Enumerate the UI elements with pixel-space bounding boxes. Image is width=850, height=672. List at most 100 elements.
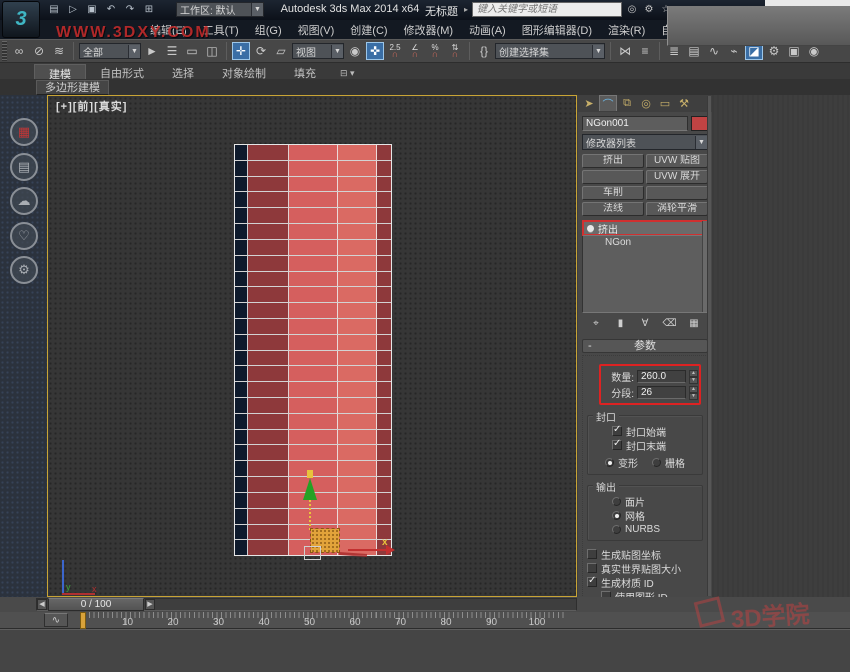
modeling-box-icon[interactable]: ▦ xyxy=(10,118,38,146)
radio-栅格[interactable]: 栅格 xyxy=(652,455,685,470)
menu-item[interactable]: 动画(A) xyxy=(461,20,514,40)
tab-create[interactable]: ➤ xyxy=(580,95,598,111)
configure-modifier-sets-icon[interactable]: ▦ xyxy=(686,317,702,331)
bulb-icon[interactable] xyxy=(587,225,594,232)
remove-modifier-icon[interactable]: ⌫ xyxy=(662,317,678,331)
bind-to-space-warp[interactable]: ≋ xyxy=(50,42,68,60)
named-selection-set-dropdown[interactable]: 创建选择集▼ xyxy=(495,43,605,59)
search-icon[interactable]: ◎ xyxy=(626,3,638,16)
ribbon-tab-填充[interactable]: 填充 xyxy=(280,64,330,79)
menu-item[interactable]: 图形编辑器(D) xyxy=(514,20,600,40)
redo-icon[interactable]: ↷ xyxy=(122,2,138,17)
stack-item-挤出[interactable]: 挤出 xyxy=(583,221,707,235)
viewport-label[interactable]: [+][前][真实] xyxy=(56,98,127,114)
checkbox[interactable] xyxy=(612,440,622,450)
radio-变形[interactable]: 变形 xyxy=(605,455,638,470)
select-and-manipulate[interactable]: ✜ xyxy=(366,42,384,60)
infocenter-search-input[interactable] xyxy=(472,2,622,17)
modifier-button-UVW 贴图[interactable]: UVW 贴图 xyxy=(646,154,708,168)
tab-motion[interactable]: ◎ xyxy=(637,95,655,111)
workspace-dropdown[interactable]: 工作区: 默认 ▼ xyxy=(176,2,264,17)
checkbox[interactable] xyxy=(587,577,597,587)
gizmo-y-axis-arrow[interactable] xyxy=(303,478,317,500)
command-panel-scrollbar[interactable] xyxy=(707,96,711,596)
save-file-icon[interactable]: ▣ xyxy=(84,2,100,17)
current-frame-marker[interactable] xyxy=(80,612,86,629)
polygon-modeling-panel-button[interactable]: 多边形建模 xyxy=(36,80,109,95)
open-mini-curve-editor-button[interactable]: ∿ xyxy=(44,613,68,627)
undo-icon[interactable]: ↶ xyxy=(103,2,119,17)
window-crossing-toggle[interactable]: ◫ xyxy=(203,42,221,60)
modifier-list-dropdown[interactable]: 修改器列表 ▼ xyxy=(582,134,708,150)
pin-stack-icon[interactable]: ⌖ xyxy=(588,317,604,331)
object-name-field[interactable]: NGon001 xyxy=(582,116,688,131)
unlink-selection[interactable]: ⊘ xyxy=(30,42,48,60)
select-and-rotate[interactable]: ⟳ xyxy=(252,42,270,60)
checkbox-row-生成材质 ID[interactable]: 生成材质 ID xyxy=(585,575,705,589)
align[interactable]: ≡ xyxy=(636,42,654,60)
checkbox[interactable] xyxy=(587,563,597,573)
front-viewport[interactable]: [+][前][真实] x x y xyxy=(47,95,577,597)
chevron-down-icon[interactable]: ▼ xyxy=(592,45,604,58)
snap-toggle[interactable]: 2.5∩ xyxy=(386,42,404,60)
radio[interactable] xyxy=(612,525,621,534)
checkbox-row-封口始端[interactable]: 封口始端 xyxy=(590,424,700,438)
radio-row-面片[interactable]: 面片 xyxy=(590,494,700,508)
select-by-name[interactable]: ☰ xyxy=(163,42,181,60)
select-object[interactable]: ► xyxy=(143,42,161,60)
collapse-icon[interactable]: - xyxy=(588,340,592,352)
ribbon-tab-对象绘制[interactable]: 对象绘制 xyxy=(208,64,280,79)
select-and-scale[interactable]: ▱ xyxy=(272,42,290,60)
checkbox[interactable] xyxy=(587,549,597,559)
time-slider-handle[interactable]: 0 / 100 xyxy=(48,598,144,611)
previous-frame-arrow[interactable]: ◀ xyxy=(37,599,47,610)
modifier-button-涡轮平滑[interactable]: 涡轮平滑 xyxy=(646,202,708,216)
select-and-move[interactable]: ✛ xyxy=(232,42,250,60)
modifier-button-法线[interactable]: 法线 xyxy=(582,202,644,216)
amount-field[interactable]: 260.0 xyxy=(637,370,686,383)
rectangular-selection-region[interactable]: ▭ xyxy=(183,42,201,60)
menu-item[interactable]: 渲染(R) xyxy=(600,20,653,40)
radio-row-网格[interactable]: 网格 xyxy=(590,508,700,522)
cloud-icon[interactable]: ☁ xyxy=(10,187,38,215)
keyboard-shortcut-override[interactable]: {} xyxy=(475,42,493,60)
segments-spinner[interactable]: ▲▼ xyxy=(689,386,698,399)
communication-center-icon[interactable]: ⚙ xyxy=(643,3,655,16)
search-history-arrow-icon[interactable]: ▸ xyxy=(464,5,468,14)
modifier-button-UVW 展开[interactable]: UVW 展开 xyxy=(646,170,708,184)
segments-field[interactable]: 26 xyxy=(637,386,686,399)
select-and-link[interactable]: ∞ xyxy=(10,42,28,60)
spinner-snap-toggle[interactable]: ⇅∩ xyxy=(446,42,464,60)
menu-item[interactable]: 修改器(M) xyxy=(396,20,462,40)
tab-utilities[interactable]: ⚒ xyxy=(675,95,693,111)
new-scene-icon[interactable]: ▤ xyxy=(46,2,62,17)
ribbon-minimize-icon[interactable]: ⊟ ▾ xyxy=(340,68,355,79)
radio[interactable] xyxy=(612,497,621,506)
modifier-button-empty[interactable] xyxy=(646,186,708,200)
radio[interactable] xyxy=(605,458,614,467)
checkbox[interactable] xyxy=(612,426,622,436)
heart-icon[interactable]: ♡ xyxy=(10,222,38,250)
ribbon-tab-自由形式[interactable]: 自由形式 xyxy=(86,64,158,79)
ribbon-tab-选择[interactable]: 选择 xyxy=(158,64,208,79)
radio[interactable] xyxy=(612,511,621,520)
track-bar-ruler[interactable]: 102030405060708090100 xyxy=(80,612,564,629)
application-menu-button[interactable]: 3 xyxy=(2,1,40,38)
percent-snap-toggle[interactable]: %∩ xyxy=(426,42,444,60)
object-color-swatch[interactable] xyxy=(691,116,708,131)
open-file-icon[interactable]: ▷ xyxy=(65,2,81,17)
selection-filter-dropdown[interactable]: 全部▼ xyxy=(79,43,141,59)
modifier-button-empty[interactable] xyxy=(582,170,644,184)
ribbon-tab-建模[interactable]: 建模 xyxy=(34,64,86,79)
use-pivot-point-center[interactable]: ◉ xyxy=(346,42,364,60)
menu-item[interactable]: 视图(V) xyxy=(290,20,343,40)
chevron-down-icon[interactable]: ▼ xyxy=(251,3,263,16)
angle-snap-toggle[interactable]: ∠∩ xyxy=(406,42,424,60)
checkbox-row-真实世界贴图大小[interactable]: 真实世界贴图大小 xyxy=(585,561,705,575)
menu-item[interactable]: 创建(C) xyxy=(342,20,395,40)
radio[interactable] xyxy=(652,458,661,467)
project-folder-icon[interactable]: ⊞ xyxy=(141,2,157,17)
make-unique-icon[interactable]: ∀ xyxy=(637,317,653,331)
checkbox-row-封口末端[interactable]: 封口末端 xyxy=(590,438,700,452)
tab-hierarchy[interactable]: ⧉ xyxy=(618,95,636,111)
